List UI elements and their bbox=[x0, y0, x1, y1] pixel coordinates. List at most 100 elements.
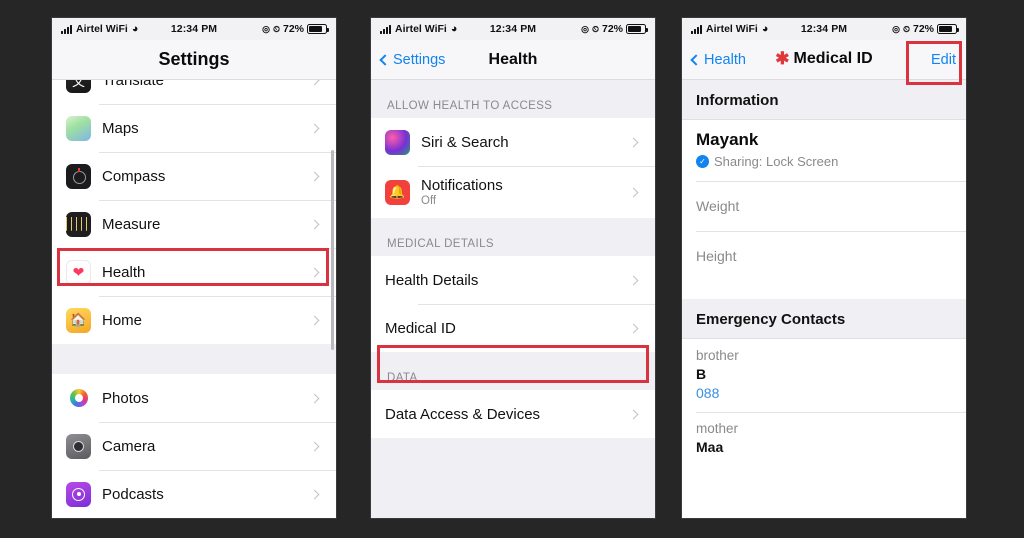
status-bar-right: ◎ ⏲ 72% bbox=[892, 23, 959, 35]
row-label: Camera bbox=[102, 437, 156, 455]
battery-icon bbox=[937, 24, 959, 34]
row-label: Translate bbox=[102, 80, 164, 89]
settings-row-camera[interactable]: Camera bbox=[52, 422, 336, 470]
chevron-right-icon bbox=[309, 441, 320, 451]
notifications-app-icon: 🔔 bbox=[385, 179, 410, 205]
list-group-divider bbox=[52, 344, 336, 374]
measure-app-icon bbox=[66, 211, 91, 237]
chevron-right-icon bbox=[309, 267, 320, 277]
nav-bar-medical-id: Health ✱ Medical ID Edit bbox=[682, 40, 966, 80]
field-label: Height bbox=[696, 248, 737, 264]
location-services-icon: ◎ bbox=[581, 23, 589, 34]
emergency-contact-item[interactable]: mother Maa bbox=[682, 412, 966, 466]
chevron-right-icon bbox=[309, 489, 320, 499]
alarm-icon: ⏲ bbox=[902, 23, 910, 34]
status-bar-right: ◎ ⏲ 72% bbox=[262, 23, 329, 35]
status-bar: Airtel WiFi ◕ 12:34 PM ◎ ⏲ 72% bbox=[371, 18, 655, 40]
nav-bar-settings: Settings bbox=[52, 40, 336, 80]
settings-row-home[interactable]: 🏠 Home bbox=[52, 296, 336, 344]
battery-percent-label: 72% bbox=[912, 23, 934, 35]
battery-icon bbox=[307, 24, 329, 34]
field-label: Weight bbox=[696, 198, 740, 214]
chevron-right-icon bbox=[309, 219, 320, 229]
back-button-label: Settings bbox=[393, 51, 446, 68]
back-button-settings[interactable]: Settings bbox=[379, 51, 446, 68]
contact-phone[interactable]: 088 bbox=[696, 385, 952, 401]
settings-row-compass[interactable]: Compass bbox=[52, 152, 336, 200]
health-row-siri-search[interactable]: Siri & Search bbox=[371, 118, 655, 166]
row-label: Measure bbox=[102, 215, 161, 233]
chevron-right-icon bbox=[628, 137, 639, 147]
health-row-medical-id[interactable]: Medical ID bbox=[371, 304, 655, 352]
row-label: Medical ID bbox=[385, 319, 456, 337]
contact-name: Maa bbox=[696, 439, 724, 455]
chevron-right-icon bbox=[309, 315, 320, 325]
chevron-right-icon bbox=[628, 275, 639, 285]
health-app-icon: ❤ bbox=[66, 259, 91, 285]
contact-relation: mother bbox=[696, 421, 739, 436]
field-height[interactable]: Height bbox=[682, 231, 966, 281]
row-label: Siri & Search bbox=[421, 133, 509, 151]
section-header-allow-access: ALLOW HEALTH TO ACCESS bbox=[371, 80, 655, 118]
phone-screen-settings: Airtel WiFi ◕ 12:34 PM ◎ ⏲ 72% Settings … bbox=[52, 18, 336, 518]
podcasts-app-icon bbox=[66, 481, 91, 507]
settings-row-health[interactable]: ❤ Health bbox=[52, 248, 336, 296]
row-label: Maps bbox=[102, 119, 139, 137]
translate-app-icon: 文 bbox=[66, 80, 91, 93]
sharing-status: ✓ Sharing: Lock Screen bbox=[696, 154, 952, 169]
settings-row-maps[interactable]: Maps bbox=[52, 104, 336, 152]
row-label: Photos bbox=[102, 389, 149, 407]
battery-icon bbox=[626, 24, 648, 34]
field-weight[interactable]: Weight bbox=[682, 181, 966, 231]
contact-name: B bbox=[696, 366, 707, 382]
section-header-emergency-contacts: Emergency Contacts bbox=[682, 299, 966, 339]
status-bar: Airtel WiFi ◕ 12:34 PM ◎ ⏲ 72% bbox=[52, 18, 336, 40]
row-title: Notifications bbox=[421, 177, 503, 194]
sharing-label: Sharing: Lock Screen bbox=[714, 154, 839, 169]
row-subtitle: Off bbox=[421, 195, 437, 207]
page-title: Medical ID bbox=[793, 49, 873, 67]
section-header-medical-details: MEDICAL DETAILS bbox=[371, 218, 655, 256]
health-row-notifications[interactable]: 🔔 Notifications Off bbox=[371, 166, 655, 218]
siri-app-icon bbox=[385, 129, 410, 155]
settings-row-measure[interactable]: Measure bbox=[52, 200, 336, 248]
section-header-data: DATA bbox=[371, 352, 655, 390]
chevron-right-icon bbox=[309, 393, 320, 403]
row-label: Health Details bbox=[385, 271, 479, 289]
medical-asterisk-icon: ✱ bbox=[775, 49, 790, 69]
contact-relation: brother bbox=[696, 348, 739, 363]
user-name: Mayank bbox=[696, 130, 759, 149]
nav-bar-health: Settings Health bbox=[371, 40, 655, 80]
scroll-indicator[interactable] bbox=[331, 150, 334, 350]
chevron-right-icon bbox=[628, 323, 639, 333]
camera-app-icon bbox=[66, 433, 91, 459]
edit-button[interactable]: Edit bbox=[931, 52, 956, 68]
chevron-right-icon bbox=[628, 187, 639, 197]
home-app-icon: 🏠 bbox=[66, 307, 91, 333]
battery-percent-label: 72% bbox=[282, 23, 304, 35]
battery-percent-label: 72% bbox=[601, 23, 623, 35]
chevron-right-icon bbox=[309, 171, 320, 181]
chevron-left-icon bbox=[690, 53, 702, 66]
medical-id-identity: Mayank ✓ Sharing: Lock Screen bbox=[682, 120, 966, 181]
row-label: Notifications Off bbox=[421, 177, 619, 207]
row-label: Compass bbox=[102, 167, 166, 185]
section-header-information: Information bbox=[682, 80, 966, 120]
settings-row-photos[interactable]: Photos bbox=[52, 374, 336, 422]
alarm-icon: ⏲ bbox=[272, 23, 280, 34]
emergency-contact-item[interactable]: brother B 088 bbox=[682, 339, 966, 412]
medical-id-body: Information Mayank ✓ Sharing: Lock Scree… bbox=[682, 80, 966, 518]
health-row-health-details[interactable]: Health Details bbox=[371, 256, 655, 304]
maps-app-icon bbox=[66, 115, 91, 141]
location-services-icon: ◎ bbox=[892, 23, 900, 34]
row-label: Podcasts bbox=[102, 485, 164, 503]
row-label: Health bbox=[102, 263, 146, 281]
health-list: ALLOW HEALTH TO ACCESS Siri & Search 🔔 N… bbox=[371, 80, 655, 518]
health-row-data-access-devices[interactable]: Data Access & Devices bbox=[371, 390, 655, 438]
settings-row-podcasts[interactable]: Podcasts bbox=[52, 470, 336, 518]
back-button-label: Health bbox=[704, 51, 746, 68]
settings-row-translate[interactable]: 文 Translate bbox=[52, 80, 336, 104]
phone-screen-medical-id: Airtel WiFi ◕ 12:34 PM ◎ ⏲ 72% Health ✱ … bbox=[682, 18, 966, 518]
chevron-left-icon bbox=[379, 53, 391, 66]
back-button-health[interactable]: Health bbox=[690, 51, 746, 68]
